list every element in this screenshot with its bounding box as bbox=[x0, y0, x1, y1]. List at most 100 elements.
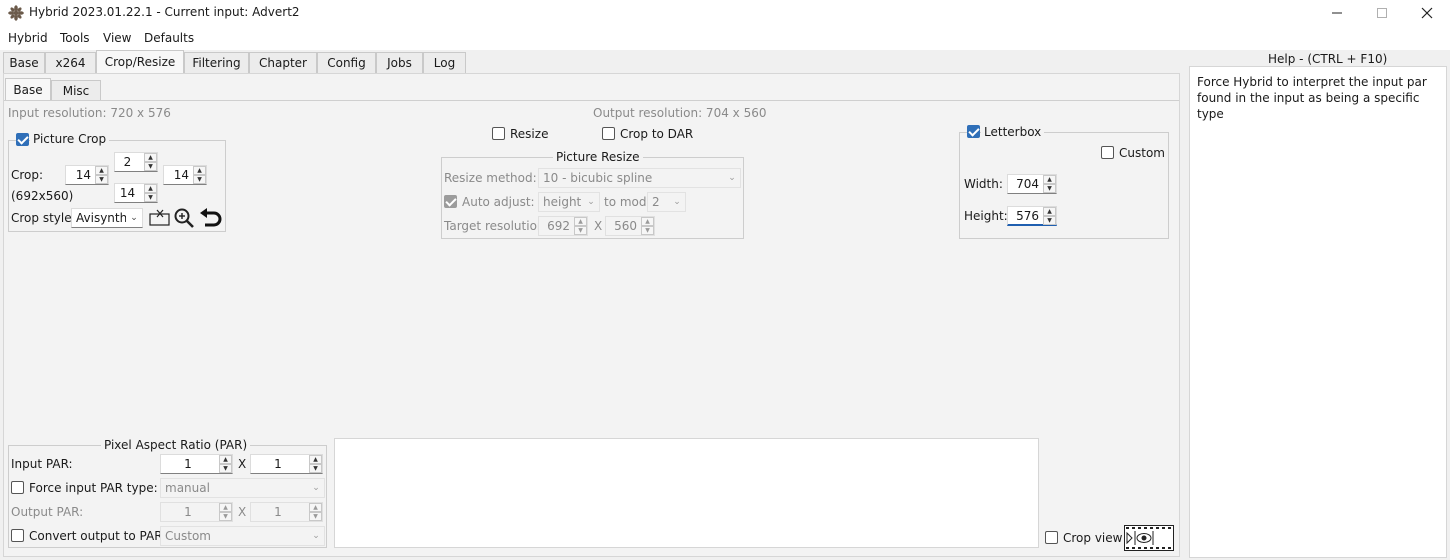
crop-dimensions: (692x560) bbox=[11, 189, 74, 203]
target-resolution-label: Target resolution: bbox=[444, 219, 549, 233]
spin-up-icon[interactable]: ▲ bbox=[309, 503, 322, 512]
output-par-a-spinbox[interactable]: 1 ▲ ▼ bbox=[160, 502, 233, 522]
menu-view[interactable]: View bbox=[103, 31, 131, 45]
spin-down-icon[interactable]: ▼ bbox=[219, 464, 232, 473]
menu-tools[interactable]: Tools bbox=[60, 31, 90, 45]
picture-crop-checkbox[interactable] bbox=[16, 133, 29, 146]
help-text: Force Hybrid to interpret the input par … bbox=[1197, 75, 1427, 121]
letterbox-width-spinbox[interactable]: 704 ▲ ▼ bbox=[1007, 174, 1057, 194]
force-par-checkbox[interactable] bbox=[11, 481, 24, 494]
zoom-icon[interactable] bbox=[173, 208, 195, 228]
resize-method-select[interactable]: 10 - bicubic spline ⌄ bbox=[538, 168, 741, 188]
menu-defaults[interactable]: Defaults bbox=[144, 31, 194, 45]
convert-par-checkbox[interactable] bbox=[11, 529, 24, 542]
input-par-b-value: 1 bbox=[274, 457, 282, 471]
spin-up-icon[interactable]: ▲ bbox=[144, 184, 157, 193]
crop-bottom-value: 14 bbox=[119, 186, 136, 200]
target-height-spinbox[interactable]: 560 ▲ ▼ bbox=[605, 216, 655, 236]
input-par-a-value: 1 bbox=[184, 457, 192, 471]
letterbox-width-label: Width: bbox=[964, 177, 1003, 191]
tab-chapter[interactable]: Chapter bbox=[249, 52, 317, 74]
input-par-b-spinbox[interactable]: 1 ▲ ▼ bbox=[250, 454, 323, 474]
picture-resize-title: Picture Resize bbox=[553, 150, 643, 164]
resize-method-label: Resize method: bbox=[444, 171, 537, 185]
input-par-a-spinbox[interactable]: 1 ▲ ▼ bbox=[160, 454, 233, 474]
mod-select[interactable]: 2 ⌄ bbox=[647, 192, 686, 212]
tab-filtering[interactable]: Filtering bbox=[184, 52, 249, 74]
resize-checkbox[interactable] bbox=[492, 127, 505, 140]
crop-to-dar-checkbox[interactable] bbox=[602, 127, 615, 140]
chevron-down-icon: ⌄ bbox=[587, 197, 595, 207]
chevron-down-icon: ⌄ bbox=[312, 531, 320, 541]
spin-down-icon[interactable]: ▼ bbox=[309, 512, 322, 521]
spin-up-icon[interactable]: ▲ bbox=[574, 217, 587, 226]
spin-up-icon[interactable]: ▲ bbox=[219, 503, 232, 512]
spin-up-icon[interactable]: ▲ bbox=[193, 166, 206, 175]
spin-down-icon[interactable]: ▼ bbox=[1043, 184, 1056, 193]
spin-down-icon[interactable]: ▼ bbox=[641, 226, 654, 235]
auto-adjust-checkbox[interactable] bbox=[444, 195, 457, 208]
spin-up-icon[interactable]: ▲ bbox=[95, 166, 108, 175]
tab-log[interactable]: Log bbox=[423, 52, 466, 74]
spin-up-icon[interactable]: ▲ bbox=[641, 217, 654, 226]
tab-x264[interactable]: x264 bbox=[45, 52, 96, 74]
tab-jobs[interactable]: Jobs bbox=[376, 52, 423, 74]
preview-area bbox=[334, 438, 1039, 548]
letterbox-height-spinbox[interactable]: 576 ▲ ▼ bbox=[1007, 206, 1057, 226]
spin-up-icon[interactable]: ▲ bbox=[144, 153, 157, 162]
output-par-label: Output PAR: bbox=[11, 505, 84, 519]
force-par-select[interactable]: manual ⌄ bbox=[160, 478, 325, 498]
auto-crop-icon[interactable] bbox=[149, 209, 171, 227]
auto-adjust-select[interactable]: height ⌄ bbox=[538, 192, 600, 212]
spin-up-icon[interactable]: ▲ bbox=[219, 455, 232, 464]
close-icon bbox=[1421, 7, 1433, 19]
letterbox-height-label: Height: bbox=[964, 209, 1008, 223]
convert-par-label: Convert output to PAR: bbox=[29, 529, 167, 543]
output-par-a-value: 1 bbox=[184, 505, 192, 519]
undo-icon[interactable] bbox=[199, 208, 223, 228]
letterbox-checkbox[interactable] bbox=[967, 125, 980, 138]
target-height-value: 560 bbox=[614, 219, 637, 233]
spin-down-icon[interactable]: ▼ bbox=[144, 193, 157, 202]
crop-view-label: Crop view bbox=[1063, 531, 1123, 545]
spin-up-icon[interactable]: ▲ bbox=[1043, 206, 1056, 216]
custom-checkbox[interactable] bbox=[1101, 146, 1114, 159]
spin-down-icon[interactable]: ▼ bbox=[309, 464, 322, 473]
crop-style-select[interactable]: Avisynth ⌄ bbox=[71, 208, 143, 228]
crop-view-checkbox[interactable] bbox=[1045, 531, 1058, 544]
tab-config[interactable]: Config bbox=[317, 52, 376, 74]
target-width-spinbox[interactable]: 692 ▲ ▼ bbox=[538, 216, 588, 236]
output-par-b-value: 1 bbox=[274, 505, 282, 519]
crop-bottom-spinbox[interactable]: 14 ▲ ▼ bbox=[114, 183, 158, 203]
film-preview-icon[interactable] bbox=[1124, 525, 1174, 551]
spin-down-icon[interactable]: ▼ bbox=[574, 226, 587, 235]
crop-right-spinbox[interactable]: 14 ▲ ▼ bbox=[163, 165, 207, 185]
minimize-button[interactable] bbox=[1314, 0, 1360, 26]
par-title: Pixel Aspect Ratio (PAR) bbox=[101, 438, 251, 452]
maximize-button[interactable] bbox=[1359, 0, 1405, 26]
spin-down-icon[interactable]: ▼ bbox=[95, 175, 108, 184]
force-par-value: manual bbox=[165, 481, 210, 495]
spin-down-icon[interactable]: ▼ bbox=[1043, 215, 1056, 225]
tab-base[interactable]: Base bbox=[3, 52, 45, 74]
letterbox-label: Letterbox bbox=[981, 125, 1045, 139]
close-button[interactable] bbox=[1404, 0, 1450, 26]
spin-down-icon[interactable]: ▼ bbox=[219, 512, 232, 521]
chevron-down-icon: ⌄ bbox=[130, 213, 138, 223]
spin-down-icon[interactable]: ▼ bbox=[193, 175, 206, 184]
crop-top-spinbox[interactable]: 2 ▲ ▼ bbox=[114, 152, 158, 172]
convert-par-select[interactable]: Custom ⌄ bbox=[160, 526, 325, 546]
subtab-base[interactable]: Base bbox=[5, 78, 51, 101]
spin-up-icon[interactable]: ▲ bbox=[309, 455, 322, 464]
spin-up-icon[interactable]: ▲ bbox=[1043, 175, 1056, 184]
chevron-down-icon: ⌄ bbox=[673, 197, 681, 207]
force-par-label: Force input PAR type: bbox=[29, 481, 158, 495]
output-par-b-spinbox[interactable]: 1 ▲ ▼ bbox=[250, 502, 323, 522]
tab-crop-resize[interactable]: Crop/Resize bbox=[96, 50, 184, 74]
subtab-misc[interactable]: Misc bbox=[51, 80, 101, 101]
crop-left-spinbox[interactable]: 14 ▲ ▼ bbox=[65, 165, 109, 185]
menu-hybrid[interactable]: Hybrid bbox=[8, 31, 48, 45]
crop-right-value: 14 bbox=[173, 168, 189, 182]
convert-par-value: Custom bbox=[165, 529, 211, 543]
spin-down-icon[interactable]: ▼ bbox=[144, 162, 157, 171]
